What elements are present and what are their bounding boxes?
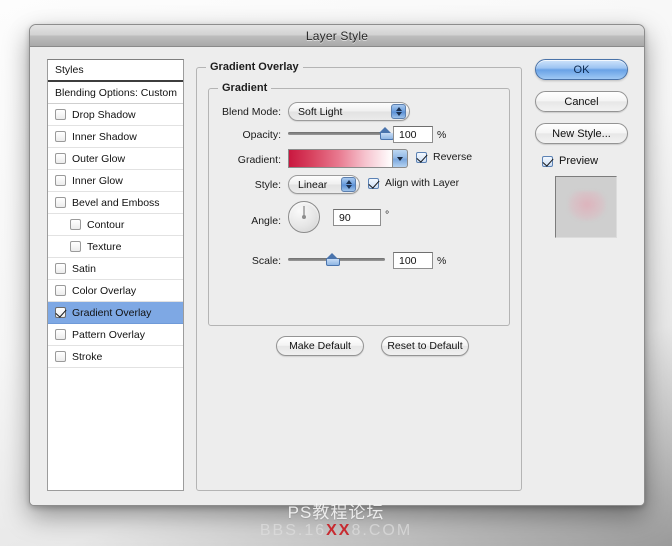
style-item-checkbox[interactable] <box>55 351 66 362</box>
dialog-body: Styles Blending Options: Custom Drop Sha… <box>30 47 644 505</box>
gradient-legend: Gradient <box>218 82 272 94</box>
style-item-label: Outer Glow <box>72 152 126 165</box>
style-label: Style: <box>254 179 281 191</box>
style-item-label: Satin <box>72 262 96 275</box>
new-style-button[interactable]: New Style... <box>535 123 628 144</box>
watermark-suffix: 8.COM <box>351 522 413 539</box>
watermark-line-2: BBS.16XX8.COM <box>0 522 672 540</box>
angle-hub-icon <box>302 215 306 219</box>
opacity-slider[interactable] <box>288 125 394 141</box>
gradient-overlay-legend: Gradient Overlay <box>206 61 303 73</box>
reverse-checkbox[interactable] <box>416 151 427 163</box>
gradient-overlay-group: Gradient Overlay Gradient Blend Mode: So… <box>196 61 522 491</box>
chevron-updown-icon[interactable] <box>391 104 406 119</box>
style-item-label: Bevel and Emboss <box>72 196 160 209</box>
align-with-layer-label: Align with Layer <box>385 177 460 189</box>
gradient-picker[interactable] <box>288 149 408 168</box>
align-with-layer-checkbox[interactable] <box>368 177 379 189</box>
style-item-label: Color Overlay <box>72 284 137 297</box>
ok-button[interactable]: OK <box>535 59 628 80</box>
chevron-down-icon[interactable] <box>393 149 408 168</box>
style-item-inner-glow[interactable]: Inner Glow <box>48 170 183 192</box>
style-dropdown[interactable]: Linear <box>288 175 360 194</box>
style-item-checkbox[interactable] <box>55 175 66 186</box>
reverse-checkbox-row[interactable]: Reverse <box>416 151 472 163</box>
style-item-label: Inner Shadow <box>72 130 137 143</box>
gradient-swatch[interactable] <box>288 149 393 168</box>
scale-label: Scale: <box>251 255 281 267</box>
scale-unit: % <box>437 255 447 267</box>
opacity-unit: % <box>437 129 447 141</box>
style-item-gradient-overlay[interactable]: Gradient Overlay <box>48 302 183 324</box>
watermark-highlight: XX <box>326 522 352 539</box>
style-item-checkbox[interactable] <box>55 131 66 142</box>
style-item-checkbox[interactable] <box>55 153 66 164</box>
reverse-label: Reverse <box>433 151 473 163</box>
dialog-titlebar[interactable]: Layer Style <box>30 25 644 47</box>
style-item-bevel-and-emboss[interactable]: Bevel and Emboss <box>48 192 183 214</box>
style-item-outer-glow[interactable]: Outer Glow <box>48 148 183 170</box>
style-item-inner-shadow[interactable]: Inner Shadow <box>48 126 183 148</box>
style-item-color-overlay[interactable]: Color Overlay <box>48 280 183 302</box>
gradient-group: Gradient Blend Mode: Soft Light Opacity:… <box>208 82 510 326</box>
scale-slider-thumb[interactable] <box>325 253 341 266</box>
style-item-checkbox[interactable] <box>70 219 81 230</box>
styles-list-header[interactable]: Styles <box>48 60 183 82</box>
style-item-texture[interactable]: Texture <box>48 236 183 258</box>
style-item-label: Inner Glow <box>72 174 123 187</box>
style-value: Linear <box>298 178 328 191</box>
preview-checkbox[interactable] <box>542 155 553 167</box>
gradient-overlay-panel: Gradient Overlay Gradient Blend Mode: So… <box>196 59 522 491</box>
scale-slider[interactable] <box>288 251 385 267</box>
opacity-slider-track[interactable] <box>288 132 385 135</box>
style-item-checkbox[interactable] <box>55 109 66 120</box>
preview-label: Preview <box>559 155 599 167</box>
angle-input[interactable]: 90 <box>333 209 381 226</box>
gradient-label: Gradient: <box>237 154 281 166</box>
angle-dial[interactable] <box>288 201 320 233</box>
style-item-checkbox[interactable] <box>55 285 66 296</box>
preview-thumbnail <box>555 176 617 238</box>
style-item-label: Texture <box>87 240 122 253</box>
styles-list-panel[interactable]: Styles Blending Options: Custom Drop Sha… <box>47 59 184 491</box>
opacity-slider-thumb[interactable] <box>379 127 394 140</box>
styles-rows: Drop Shadow Inner Shadow Outer Glow Inner G… <box>48 104 183 368</box>
make-default-button[interactable]: Make Default <box>276 336 364 356</box>
style-item-label: Contour <box>87 218 125 231</box>
preview-checkbox-row[interactable]: Preview <box>542 155 631 167</box>
scale-input[interactable]: 100 <box>393 252 433 269</box>
opacity-label: Opacity: <box>242 129 281 141</box>
align-with-layer-row[interactable]: Align with Layer <box>368 177 459 189</box>
style-item-checkbox[interactable] <box>55 307 66 318</box>
blend-mode-label: Blend Mode: <box>222 106 281 118</box>
watermark-prefix: BBS.16 <box>259 522 327 539</box>
style-item-pattern-overlay[interactable]: Pattern Overlay <box>48 324 183 346</box>
blending-options-row[interactable]: Blending Options: Custom <box>48 82 183 104</box>
blend-mode-value: Soft Light <box>298 105 343 118</box>
preview-thumbnail-content <box>568 191 606 221</box>
style-item-label: Pattern Overlay <box>72 328 145 341</box>
angle-label: Angle: <box>251 215 281 227</box>
style-item-checkbox[interactable] <box>55 263 66 274</box>
style-item-checkbox[interactable] <box>70 241 81 252</box>
cancel-button[interactable]: Cancel <box>535 91 628 112</box>
style-item-label: Drop Shadow <box>72 108 136 121</box>
reset-to-default-button[interactable]: Reset to Default <box>381 336 469 356</box>
style-item-drop-shadow[interactable]: Drop Shadow <box>48 104 183 126</box>
style-item-checkbox[interactable] <box>55 197 66 208</box>
style-item-label: Gradient Overlay <box>72 306 152 319</box>
style-item-satin[interactable]: Satin <box>48 258 183 280</box>
style-item-checkbox[interactable] <box>55 329 66 340</box>
layer-style-dialog: Layer Style Styles Blending Options: Cus… <box>29 24 645 506</box>
opacity-input[interactable]: 100 <box>393 126 433 143</box>
chevron-updown-icon[interactable] <box>341 177 356 192</box>
style-item-stroke[interactable]: Stroke <box>48 346 183 368</box>
style-item-label: Stroke <box>72 350 103 363</box>
dialog-actions: OK Cancel New Style... Preview <box>535 59 631 491</box>
angle-unit: ° <box>385 209 390 221</box>
dialog-title: Layer Style <box>305 28 369 43</box>
blend-mode-dropdown[interactable]: Soft Light <box>288 102 410 121</box>
style-item-contour[interactable]: Contour <box>48 214 183 236</box>
